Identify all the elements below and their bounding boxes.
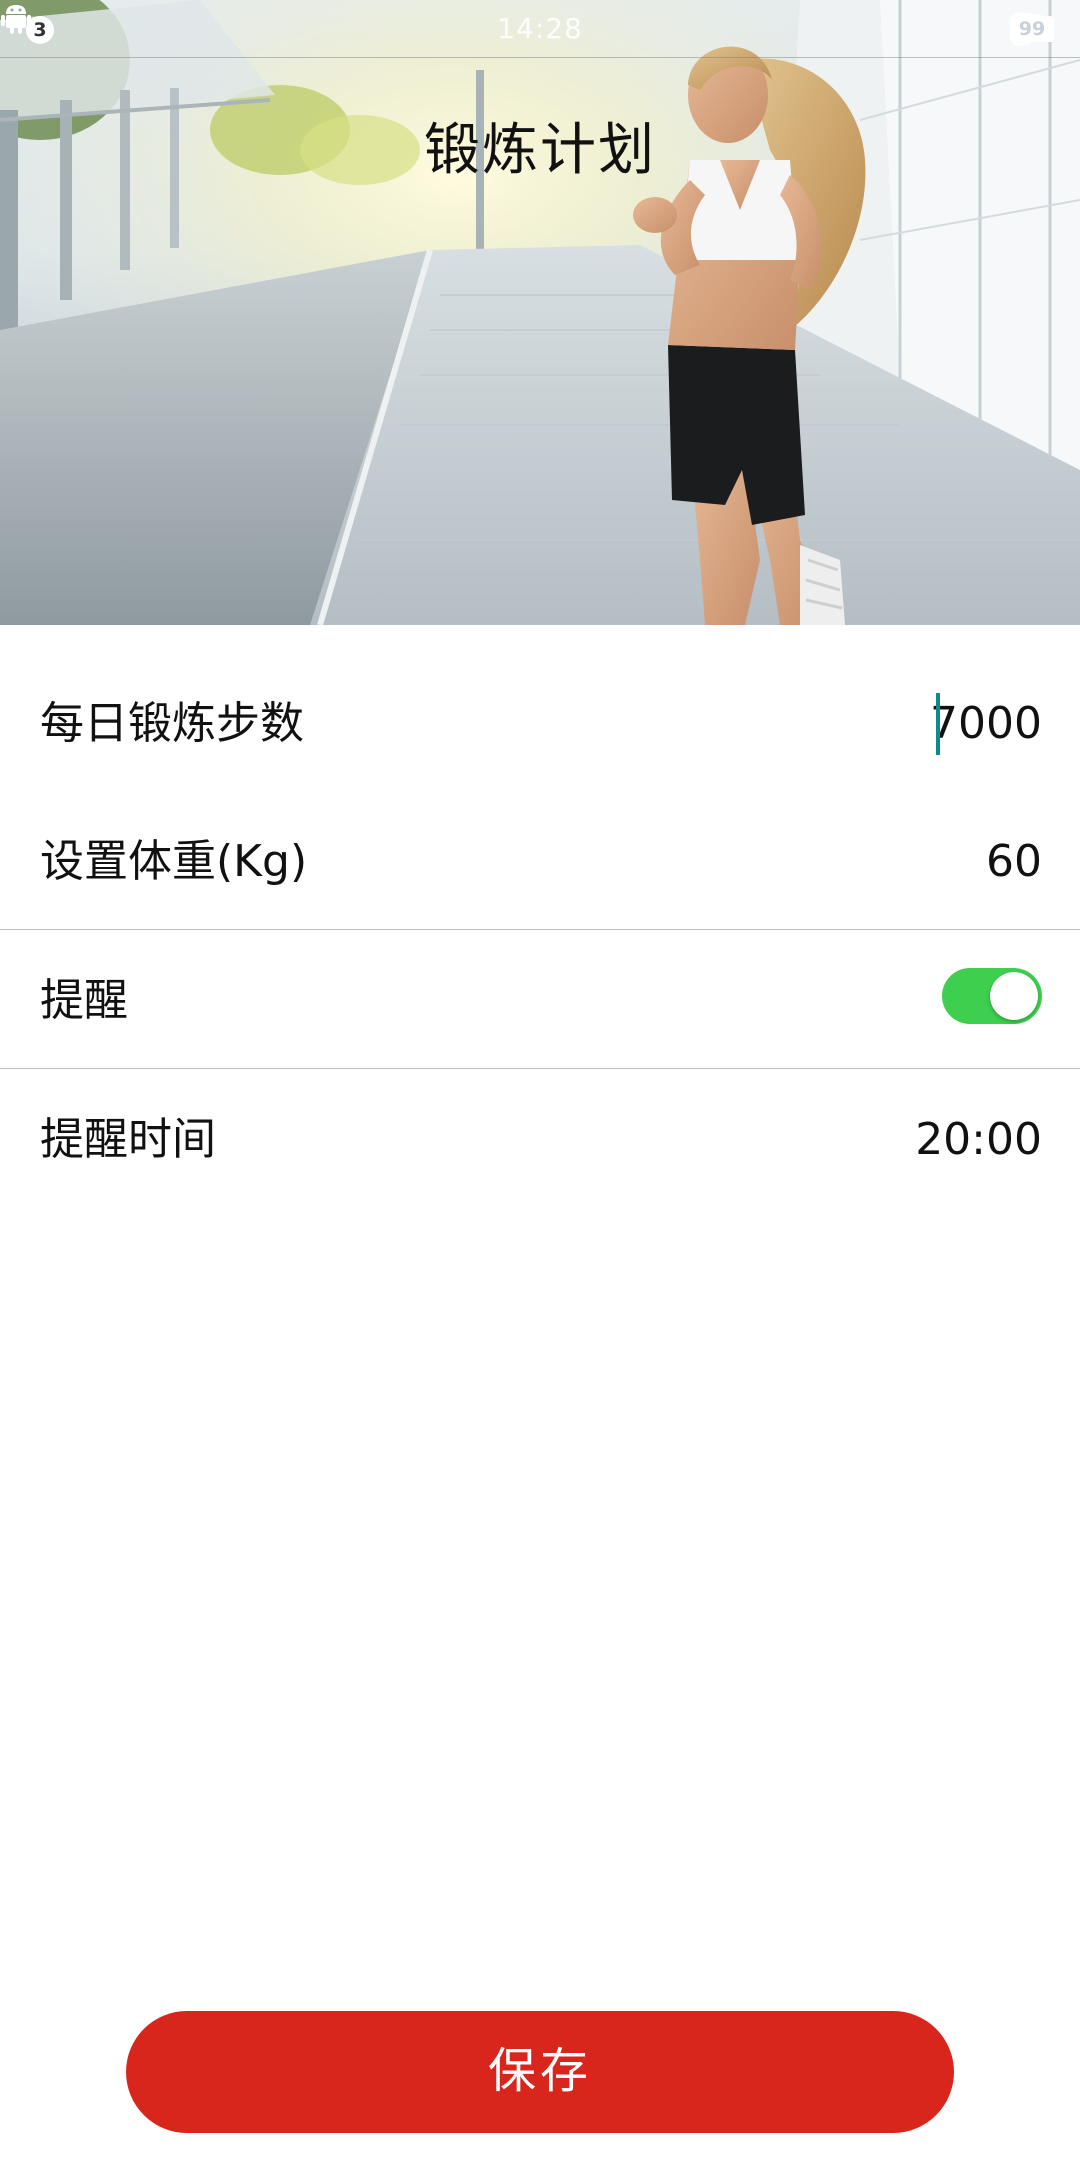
save-button[interactable]: 保存 [126, 2011, 954, 2133]
daily-steps-input[interactable]: 7000 [930, 655, 1042, 793]
running-woman-photo [0, 0, 1080, 625]
exercise-plan-screen: 3 14:28 99 锻炼计划 每日锻炼步数 7000 设置体重(Kg) 60 … [0, 0, 1080, 2160]
status-time: 14:28 [497, 12, 583, 45]
toggle-knob [990, 972, 1038, 1020]
reminder-time-label: 提醒时间 [40, 1114, 216, 1165]
status-bar: 3 14:28 99 [0, 0, 1080, 58]
reminder-toggle[interactable] [942, 968, 1042, 1024]
reminder-time-row[interactable]: 提醒时间 20:00 [0, 1071, 1080, 1209]
weight-label: 设置体重(Kg) [40, 836, 308, 887]
battery-icon: 99 [1010, 16, 1054, 42]
weight-input[interactable]: 60 [986, 793, 1042, 931]
weight-row[interactable]: 设置体重(Kg) 60 [0, 793, 1080, 931]
reminder-row: 提醒 [0, 932, 1080, 1070]
divider [0, 929, 1080, 930]
text-cursor [936, 693, 940, 755]
page-title: 锻炼计划 [424, 118, 656, 183]
reminder-label: 提醒 [40, 975, 128, 1026]
hero-image: 3 14:28 99 锻炼计划 [0, 0, 1080, 625]
daily-steps-row[interactable]: 每日锻炼步数 7000 [0, 655, 1080, 793]
status-icons: 99 [1010, 12, 1054, 46]
divider [0, 1068, 1080, 1069]
reminder-time-value[interactable]: 20:00 [915, 1071, 1042, 1209]
daily-steps-label: 每日锻炼步数 [40, 698, 304, 749]
